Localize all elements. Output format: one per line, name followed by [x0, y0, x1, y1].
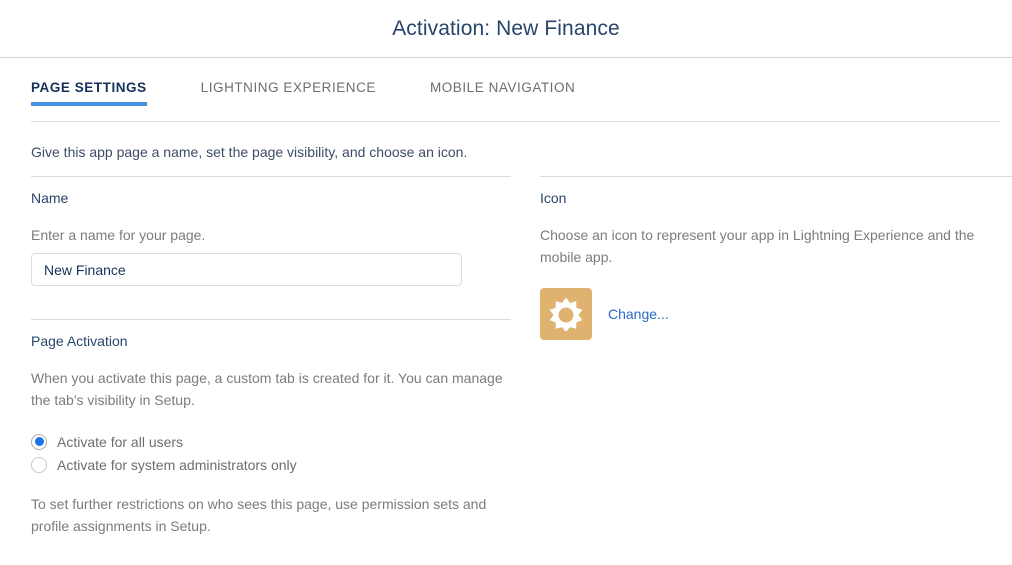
icon-chooser-row: Change...	[540, 288, 1012, 340]
radio-activate-all-users[interactable]: Activate for all users	[31, 430, 511, 453]
radio-label-system-admins: Activate for system administrators only	[57, 456, 297, 473]
page-name-input[interactable]	[31, 253, 462, 286]
tab-lightning-experience[interactable]: LIGHTNING EXPERIENCE	[201, 58, 376, 111]
name-section-title: Name	[31, 190, 69, 206]
column-gap	[511, 176, 540, 537]
radio-label-all-users: Activate for all users	[57, 433, 184, 450]
name-section: Name Enter a name for your page.	[31, 176, 511, 286]
tab-mobile-navigation[interactable]: MOBILE NAVIGATION	[430, 58, 575, 111]
change-icon-link[interactable]: Change...	[608, 306, 669, 322]
activation-radio-group: Activate for all users Activate for syst…	[31, 430, 511, 476]
name-helper-text: Enter a name for your page.	[31, 227, 206, 243]
radio-activate-system-admins[interactable]: Activate for system administrators only	[31, 453, 511, 476]
radio-unselected-icon	[31, 456, 47, 473]
sun-icon[interactable]	[540, 288, 592, 340]
modal-header: Activation: New Finance	[0, 0, 1012, 58]
radio-selected-icon	[31, 433, 47, 450]
tab-bar: PAGE SETTINGS LIGHTNING EXPERIENCE MOBIL…	[0, 58, 1012, 130]
activation-footnote: To set further restrictions on who sees …	[31, 496, 487, 534]
tab-page-settings[interactable]: PAGE SETTINGS	[31, 58, 147, 111]
right-column: Icon Choose an icon to represent your ap…	[540, 176, 1012, 537]
icon-helper-text: Choose an icon to represent your app in …	[540, 227, 975, 265]
icon-section-title: Icon	[540, 190, 567, 206]
intro-description: Give this app page a name, set the page …	[31, 144, 468, 160]
page-activation-section-title: Page Activation	[31, 333, 128, 349]
page-activation-helper-text: When you activate this page, a custom ta…	[31, 370, 503, 408]
left-column: Name Enter a name for your page. Page Ac…	[31, 176, 511, 537]
page-title: Activation: New Finance	[392, 17, 620, 40]
settings-columns: Name Enter a name for your page. Page Ac…	[0, 162, 1012, 537]
page-activation-section: Page Activation When you activate this p…	[31, 319, 511, 537]
icon-section: Icon Choose an icon to represent your ap…	[540, 176, 1012, 340]
